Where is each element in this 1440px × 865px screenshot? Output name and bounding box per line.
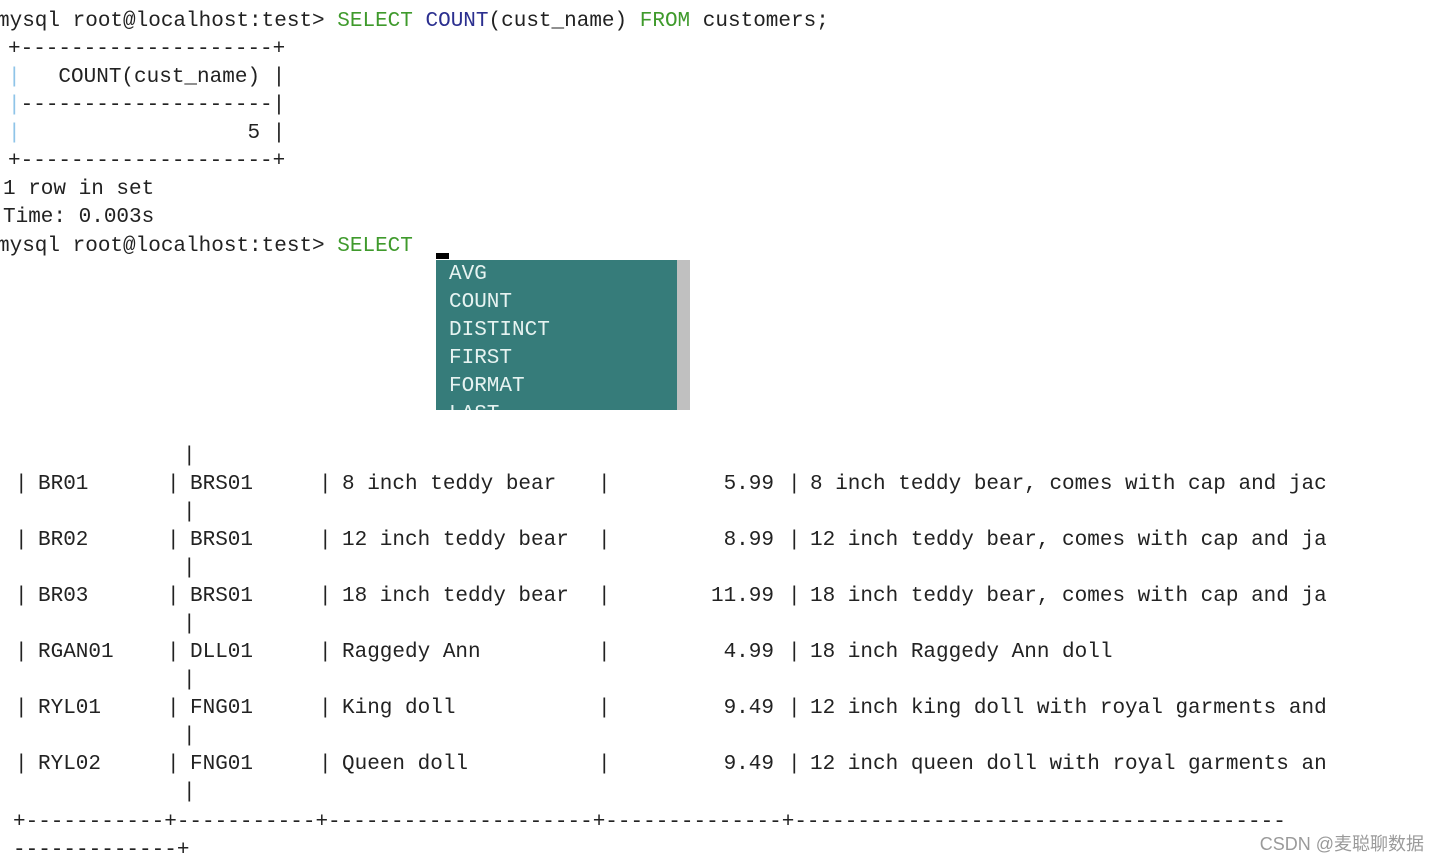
cell-prod-name: 12 inch teddy bear <box>342 529 569 552</box>
cell-vend-id: BRS01 <box>190 585 254 608</box>
column-pipe: | <box>788 697 801 720</box>
autocomplete-item[interactable]: DISTINCT <box>449 317 550 345</box>
column-pipe: | <box>598 697 611 720</box>
cell-prod-id: RYL02 <box>38 753 102 776</box>
table-name: customers; <box>702 10 829 33</box>
result1-bottom-border: +--------------------+ <box>8 150 286 173</box>
column-pipe: | <box>167 753 180 776</box>
cell-prod-price: 8.99 <box>723 529 774 552</box>
result1-value-row: | 5 | <box>8 122 286 145</box>
autocomplete-item[interactable]: AVG <box>449 261 487 289</box>
column-pipe: | <box>15 585 28 608</box>
cell-prod-price: 9.49 <box>723 753 774 776</box>
column-pipe: | <box>15 697 28 720</box>
column-header: COUNT(cust_name) <box>20 66 273 89</box>
column-pipe: | <box>788 473 801 496</box>
cell-prod-desc: 18 inch teddy bear, comes with cap and j… <box>810 585 1327 608</box>
rows-in-set: 1 row in set <box>3 178 155 201</box>
wrapped-pipe: | <box>183 725 196 748</box>
result2-bottom-border: +-----------+-----------+---------------… <box>13 811 1286 834</box>
wrapped-pipe: | <box>183 781 196 804</box>
cell-prod-name: King doll <box>342 697 456 720</box>
column-pipe: | <box>15 753 28 776</box>
autocomplete-item[interactable]: FIRST <box>449 345 512 373</box>
function-args: (cust_name) <box>488 10 628 33</box>
wrapped-pipe: | <box>183 501 196 524</box>
cell-prod-price: 5.99 <box>723 473 774 496</box>
autocomplete-item[interactable]: COUNT <box>449 289 512 317</box>
wrapped-pipe: | <box>183 445 196 468</box>
column-pipe: | <box>167 697 180 720</box>
keyword-select: SELECT <box>337 10 413 33</box>
cell-prod-desc: 12 inch queen doll with royal garments a… <box>810 753 1327 776</box>
cell-vend-id: BRS01 <box>190 529 254 552</box>
cell-prod-desc: 12 inch teddy bear, comes with cap and j… <box>810 529 1327 552</box>
column-pipe: | <box>319 641 332 664</box>
column-pipe: | <box>167 585 180 608</box>
cell-prod-id: BR02 <box>38 529 89 552</box>
wrapped-pipe: | <box>183 669 196 692</box>
cell-prod-desc: 8 inch teddy bear, comes with cap and ja… <box>810 473 1327 496</box>
function-count: COUNT <box>425 10 489 33</box>
count-value: 5 <box>20 122 273 145</box>
column-pipe: | <box>319 753 332 776</box>
query-line-1: mysql root@localhost:test> SELECT COUNT(… <box>0 8 829 36</box>
column-pipe: | <box>788 585 801 608</box>
wrapped-pipe: | <box>183 613 196 636</box>
keyword-from: FROM <box>639 10 691 33</box>
autocomplete-menu[interactable]: AVGCOUNTDISTINCTFIRSTFORMATLAST <box>436 260 690 410</box>
column-pipe: | <box>167 641 180 664</box>
cell-prod-price: 11.99 <box>710 585 774 608</box>
column-pipe: | <box>788 529 801 552</box>
cell-prod-price: 4.99 <box>723 641 774 664</box>
result1-header-row: | COUNT(cust_name) | <box>8 66 286 89</box>
column-pipe: | <box>319 473 332 496</box>
column-pipe: | <box>15 473 28 496</box>
column-pipe: | <box>167 473 180 496</box>
column-pipe: | <box>598 529 611 552</box>
column-pipe: | <box>788 641 801 664</box>
column-pipe: | <box>319 697 332 720</box>
column-pipe: | <box>788 753 801 776</box>
column-pipe: | <box>15 529 28 552</box>
column-pipe: | <box>319 529 332 552</box>
column-pipe: | <box>598 585 611 608</box>
cell-vend-id: FNG01 <box>190 753 254 776</box>
prompt: mysql root@localhost:test> <box>0 10 338 33</box>
keyword-select: SELECT <box>337 235 413 258</box>
cell-vend-id: BRS01 <box>190 473 254 496</box>
autocomplete-item[interactable]: FORMAT <box>449 373 525 401</box>
column-pipe: | <box>319 585 332 608</box>
cell-prod-id: RYL01 <box>38 697 102 720</box>
column-pipe: | <box>598 473 611 496</box>
cell-vend-id: FNG01 <box>190 697 254 720</box>
column-pipe: | <box>598 641 611 664</box>
query-line-2[interactable]: mysql root@localhost:test> SELECT <box>0 233 413 261</box>
column-pipe: | <box>598 753 611 776</box>
autocomplete-scrollbar[interactable] <box>677 260 690 410</box>
cell-vend-id: DLL01 <box>190 641 254 664</box>
autocomplete-item[interactable]: LAST <box>449 401 499 410</box>
text-cursor <box>436 253 449 259</box>
result1-separator: |--------------------| <box>8 94 286 117</box>
column-pipe: | <box>167 529 180 552</box>
result2-bottom-border-tail: -------------+ <box>13 839 190 862</box>
result1-top-border: +--------------------+ <box>8 38 286 61</box>
cell-prod-desc: 12 inch king doll with royal garments an… <box>810 697 1327 720</box>
cell-prod-id: RGAN01 <box>38 641 114 664</box>
cell-prod-price: 9.49 <box>723 697 774 720</box>
column-pipe: | <box>15 641 28 664</box>
wrapped-pipe: | <box>183 557 196 580</box>
cell-prod-id: BR01 <box>38 473 89 496</box>
query-time: Time: 0.003s <box>3 206 155 229</box>
cell-prod-id: BR03 <box>38 585 89 608</box>
watermark: CSDN @麦聪聊数据 <box>1259 834 1424 854</box>
cell-prod-name: 18 inch teddy bear <box>342 585 569 608</box>
cell-prod-name: Raggedy Ann <box>342 641 481 664</box>
cell-prod-name: 8 inch teddy bear <box>342 473 557 496</box>
cell-prod-name: Queen doll <box>342 753 469 776</box>
cell-prod-desc: 18 inch Raggedy Ann doll <box>810 641 1113 664</box>
